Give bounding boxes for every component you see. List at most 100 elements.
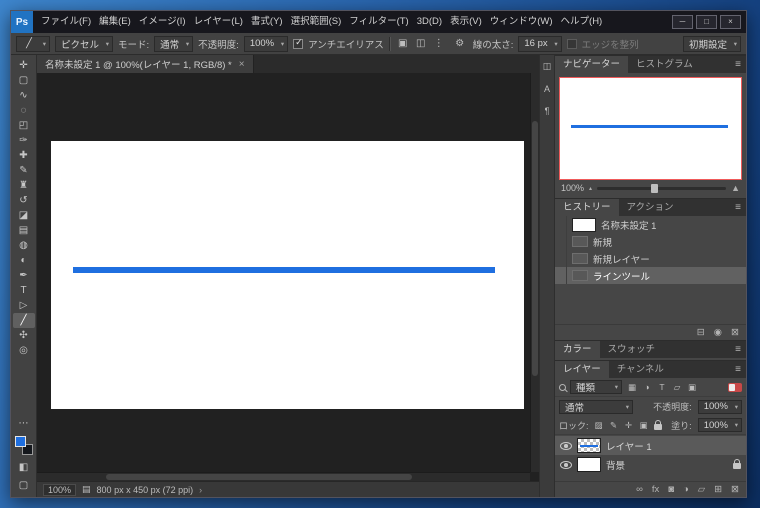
horizontal-scrollbar[interactable]: [37, 472, 530, 481]
layer-style-icon[interactable]: fx: [652, 484, 659, 495]
tab-history[interactable]: ヒストリー: [555, 199, 619, 216]
move-tool[interactable]: ✛: [13, 58, 35, 73]
navigator-zoom-value[interactable]: 100%: [561, 183, 584, 193]
lasso-tool[interactable]: ∿: [13, 88, 35, 103]
layer-thumbnail[interactable]: [577, 457, 601, 472]
tab-channels[interactable]: チャンネル: [609, 361, 672, 378]
layer-opacity-dropdown[interactable]: 100%: [698, 400, 742, 414]
lock-all-icon[interactable]: [654, 424, 662, 430]
combine-shapes-icon[interactable]: ▣: [395, 38, 411, 49]
tool-preset-picker[interactable]: ╱: [16, 36, 50, 52]
screen-mode-button[interactable]: ▢: [13, 478, 35, 493]
type-tool[interactable]: T: [13, 283, 35, 298]
zoom-out-icon[interactable]: ▴: [589, 185, 592, 192]
blur-tool[interactable]: ◍: [13, 238, 35, 253]
menu-item[interactable]: フィルター(T): [345, 11, 412, 33]
pen-tool[interactable]: ✒: [13, 268, 35, 283]
blend-mode-dropdown[interactable]: 通常: [154, 36, 193, 52]
opacity-dropdown[interactable]: 100%: [244, 36, 288, 52]
menu-item[interactable]: ウィンドウ(W): [486, 11, 557, 33]
filter-shape-layers-icon[interactable]: ▱: [671, 382, 683, 393]
path-arrange-icon[interactable]: ⋮: [431, 38, 447, 49]
layer-thumbnail[interactable]: [577, 438, 601, 453]
hand-tool[interactable]: ✣: [13, 328, 35, 343]
workspace-switcher[interactable]: 初期設定: [683, 36, 741, 52]
tab-close-icon[interactable]: ×: [239, 59, 245, 70]
quick-mask-button[interactable]: ◧: [13, 460, 35, 475]
history-step[interactable]: 新規レイヤー: [555, 250, 746, 267]
history-step[interactable]: ラインツール: [555, 267, 746, 284]
status-arrow-icon[interactable]: ›: [199, 485, 202, 495]
filter-pixel-layers-icon[interactable]: ▦: [626, 382, 638, 393]
lock-position-icon[interactable]: ✛: [623, 420, 635, 431]
layer-filter-dropdown[interactable]: 種類: [570, 380, 622, 394]
menu-item[interactable]: 編集(E): [95, 11, 135, 33]
layer-row[interactable]: 背景: [555, 455, 746, 474]
layer-visibility-icon[interactable]: [560, 442, 572, 450]
eraser-tool[interactable]: ◪: [13, 208, 35, 223]
new-group-icon[interactable]: ▱: [698, 484, 705, 495]
new-layer-icon[interactable]: ⊞: [714, 484, 722, 495]
paragraph-panel-icon[interactable]: ¶: [540, 104, 554, 117]
navigator-preview[interactable]: [559, 77, 742, 180]
dodge-tool[interactable]: ◐: [13, 253, 35, 268]
vertical-scroll-thumb[interactable]: [532, 121, 538, 376]
lock-artboard-icon[interactable]: ▣: [638, 420, 650, 431]
menu-item[interactable]: ファイル(F): [37, 11, 95, 33]
properties-panel-icon[interactable]: ◫: [540, 60, 554, 73]
link-layers-icon[interactable]: ∞: [636, 484, 643, 495]
menu-item[interactable]: 選択範囲(S): [287, 11, 346, 33]
antialias-checkbox[interactable]: [293, 39, 303, 49]
clone-stamp-tool[interactable]: ♜: [13, 178, 35, 193]
layer-filter-toggle[interactable]: [728, 383, 742, 392]
document-tab[interactable]: 名称未設定 1 @ 100%(レイヤー 1, RGB/8) * ×: [37, 55, 254, 73]
quick-selection-tool[interactable]: ◌: [13, 103, 35, 118]
menu-item[interactable]: レイヤー(L): [190, 11, 247, 33]
lock-pixels-icon[interactable]: ✎: [608, 420, 620, 431]
panel-menu-icon[interactable]: ≡: [730, 199, 746, 216]
zoom-slider-thumb[interactable]: [651, 184, 658, 193]
history-brush-tool[interactable]: ↺: [13, 193, 35, 208]
canvas[interactable]: [51, 141, 524, 409]
tool-mode-dropdown[interactable]: ピクセル: [55, 36, 113, 52]
marquee-tool[interactable]: ▢: [13, 73, 35, 88]
vertical-scrollbar[interactable]: [530, 73, 539, 472]
eyedropper-tool[interactable]: ✑: [13, 133, 35, 148]
zoom-level[interactable]: 100%: [43, 484, 76, 496]
history-brush-source-cell[interactable]: [555, 233, 567, 250]
new-adjustment-layer-icon[interactable]: ◑: [683, 484, 689, 495]
history-step[interactable]: 新規: [555, 233, 746, 250]
tab-actions[interactable]: アクション: [619, 199, 682, 216]
path-alignment-icon[interactable]: ◫: [413, 38, 429, 49]
brush-tool[interactable]: ✎: [13, 163, 35, 178]
menu-item[interactable]: 書式(Y): [247, 11, 287, 33]
tab-color[interactable]: カラー: [555, 341, 600, 358]
align-edges-checkbox[interactable]: [567, 39, 577, 49]
gradient-tool[interactable]: ▤: [13, 223, 35, 238]
menu-item[interactable]: イメージ(I): [135, 11, 190, 33]
menu-item[interactable]: ヘルプ(H): [557, 11, 607, 33]
edit-toolbar-button[interactable]: ⋯: [13, 416, 35, 431]
tab-navigator[interactable]: ナビゲーター: [555, 56, 628, 73]
delete-layer-icon[interactable]: ⊠: [731, 484, 739, 495]
panel-menu-icon[interactable]: ≡: [730, 361, 746, 378]
new-snapshot-icon[interactable]: ◉: [714, 327, 722, 338]
crop-tool[interactable]: ◰: [13, 118, 35, 133]
navigator-zoom-slider[interactable]: [597, 187, 726, 190]
tab-layers[interactable]: レイヤー: [555, 361, 609, 378]
layer-row[interactable]: レイヤー 1: [555, 436, 746, 455]
zoom-tool[interactable]: ◎: [13, 343, 35, 358]
add-layer-mask-icon[interactable]: ◙: [668, 484, 674, 495]
horizontal-scroll-thumb[interactable]: [106, 474, 412, 480]
line-tool[interactable]: ╱: [13, 313, 35, 328]
stroke-weight-input[interactable]: 16 px: [518, 36, 561, 52]
minimize-button[interactable]: ─: [672, 15, 693, 29]
menu-item[interactable]: 3D(D): [413, 11, 446, 33]
character-panel-icon[interactable]: A: [540, 82, 554, 95]
foreground-color-swatch[interactable]: [15, 436, 26, 447]
layer-blend-dropdown[interactable]: 通常: [559, 400, 633, 414]
history-brush-source-cell[interactable]: [555, 216, 567, 233]
history-brush-source-cell[interactable]: [555, 267, 567, 284]
tab-histogram[interactable]: ヒストグラム: [628, 56, 701, 73]
filter-type-layers-icon[interactable]: T: [656, 382, 668, 393]
